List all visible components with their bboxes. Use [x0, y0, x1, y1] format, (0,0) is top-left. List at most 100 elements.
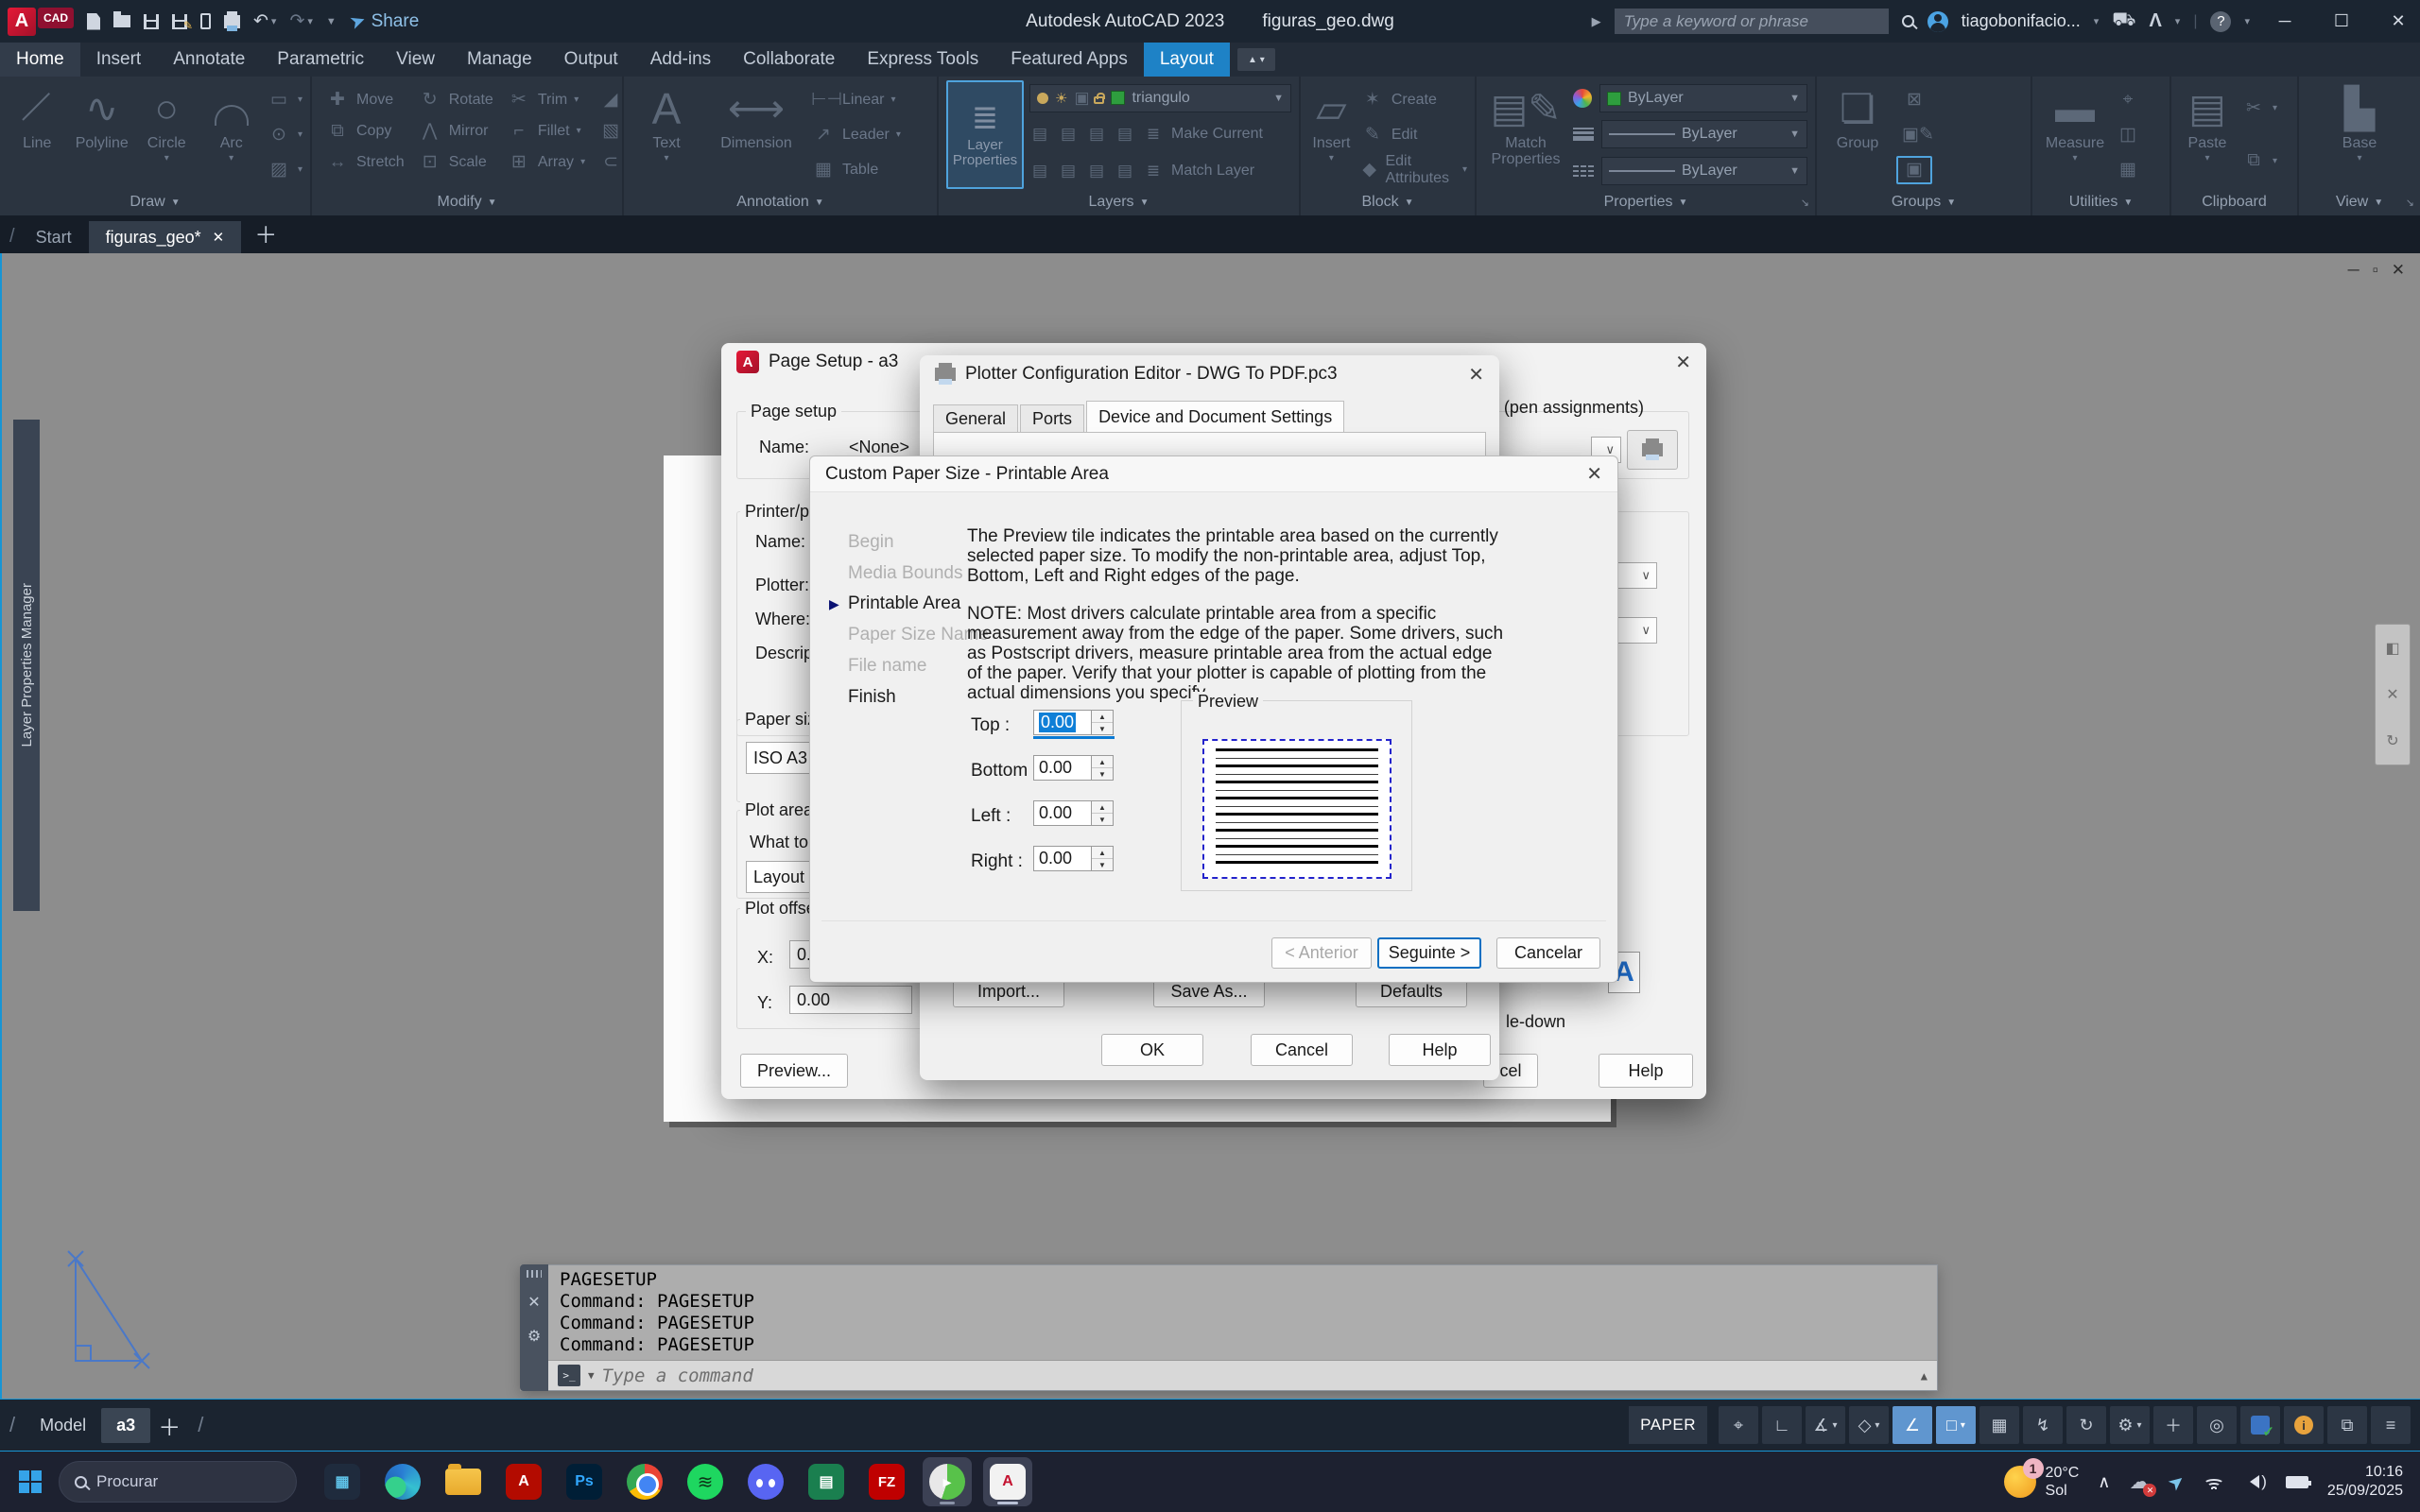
- taskbar-filezilla-app[interactable]: FZ: [862, 1457, 911, 1506]
- object-snap-tracking-toggle[interactable]: ∠: [1893, 1406, 1932, 1444]
- tab-insert[interactable]: Insert: [80, 43, 158, 77]
- tray-expand-chevron-icon[interactable]: ∧: [2098, 1472, 2110, 1492]
- file-tab-document[interactable]: figuras_geo* ✕: [89, 221, 242, 253]
- left-input[interactable]: 0.00: [1033, 800, 1092, 826]
- command-window-grip[interactable]: ✕ ⚙: [520, 1264, 548, 1391]
- rectangle-button[interactable]: ▭▾: [267, 86, 302, 114]
- right-spinner[interactable]: 0.00 ▲▼: [1033, 846, 1114, 871]
- taskbar-autocad-app[interactable]: A: [983, 1457, 1032, 1506]
- plotter-ok-button[interactable]: OK: [1101, 1034, 1203, 1066]
- viewport-close-icon[interactable]: ✕: [2392, 261, 2405, 280]
- taskbar-spotify-app[interactable]: ≋: [681, 1457, 730, 1506]
- wizard-step-begin[interactable]: Begin: [848, 532, 894, 553]
- annotation-monitor-button[interactable]: ＋: [2153, 1406, 2193, 1444]
- taskbar-file-explorer[interactable]: [439, 1457, 488, 1506]
- keyword-search-input[interactable]: Type a keyword or phrase: [1615, 9, 1889, 34]
- palette-tool-icon-2[interactable]: ✕: [2386, 685, 2398, 704]
- search-expand-icon[interactable]: ▶: [1592, 14, 1601, 29]
- object-color-combo[interactable]: ByLayer ▼: [1599, 84, 1807, 112]
- user-avatar[interactable]: [1927, 11, 1948, 32]
- copy-clip-button[interactable]: ⧉▾: [2241, 146, 2277, 175]
- ribbon-minimize-button[interactable]: ▲ ▾: [1237, 48, 1275, 71]
- wizard-step-finish[interactable]: Finish: [848, 687, 896, 708]
- tab-general[interactable]: General: [933, 404, 1018, 433]
- anterior-button[interactable]: < Anterior: [1271, 937, 1372, 969]
- right-input[interactable]: 0.00: [1033, 846, 1092, 871]
- y-offset-input[interactable]: 0.00: [789, 986, 912, 1014]
- top-input[interactable]: 0.00: [1033, 710, 1092, 735]
- tab-output[interactable]: Output: [548, 43, 634, 77]
- new-file-button[interactable]: [87, 13, 100, 30]
- volume-icon[interactable]: ): [2243, 1472, 2267, 1491]
- scale-button[interactable]: ⊡Scale: [418, 151, 493, 173]
- bottom-input[interactable]: 0.00: [1033, 755, 1092, 781]
- minimize-button[interactable]: ─: [2263, 0, 2307, 43]
- measure-button[interactable]: ▬ Measure ▾: [2040, 80, 2110, 189]
- cancelar-button[interactable]: Cancelar: [1496, 937, 1600, 969]
- ungroup-button[interactable]: ⊠: [1902, 86, 1927, 114]
- paper-space-toggle[interactable]: PAPER: [1629, 1406, 1707, 1444]
- wifi-icon[interactable]: [2204, 1474, 2224, 1489]
- autodesk-logo-icon[interactable]: Λ: [2149, 10, 2161, 32]
- view-launcher-icon[interactable]: ↘: [2406, 197, 2414, 209]
- tab-parametric[interactable]: Parametric: [261, 43, 380, 77]
- tab-device-settings[interactable]: Device and Document Settings: [1086, 401, 1344, 433]
- circle-button[interactable]: ○ Circle ▾: [137, 80, 196, 189]
- select-all-button[interactable]: ◫: [2116, 121, 2140, 149]
- command-expand-icon[interactable]: ▲: [1921, 1369, 1927, 1383]
- save-as-button[interactable]: ✎: [172, 14, 187, 29]
- erase-button[interactable]: ◢: [598, 89, 622, 111]
- edit-block-button[interactable]: ✎Edit: [1360, 121, 1467, 149]
- tab-ports[interactable]: Ports: [1020, 404, 1084, 433]
- search-icon[interactable]: [1902, 15, 1914, 27]
- quick-select-button[interactable]: ⌖: [2116, 86, 2140, 114]
- app-store-cart-icon[interactable]: ⛟: [2112, 9, 2135, 33]
- taskbar-acrobat-app[interactable]: A: [499, 1457, 548, 1506]
- units-button[interactable]: i: [2284, 1406, 2324, 1444]
- panel-layers-label[interactable]: Layers▼: [939, 189, 1299, 215]
- undo-button[interactable]: ↶ ▾: [253, 10, 276, 32]
- tab-view[interactable]: View: [380, 43, 451, 77]
- linetype-combo[interactable]: ByLayer ▼: [1601, 157, 1807, 185]
- drawing-area[interactable]: ─ ▫ ✕ Layer Properties Manager ◧ ✕ ↻: [0, 253, 2420, 1399]
- match-layer-button[interactable]: ▤ ▤ ▤ ▤ ≣ Match Layer: [1029, 156, 1291, 186]
- custom-close-icon[interactable]: ✕: [1586, 462, 1602, 486]
- hatch-button[interactable]: ▨▾: [267, 156, 302, 184]
- taskbar-edge-app[interactable]: [378, 1457, 427, 1506]
- isometric-drafting-toggle[interactable]: ◇▾: [1849, 1406, 1889, 1444]
- left-spin-buttons[interactable]: ▲▼: [1092, 800, 1114, 826]
- panel-properties-label[interactable]: Properties▼↘: [1477, 189, 1815, 215]
- tab-add-ins[interactable]: Add-ins: [634, 43, 727, 77]
- layer-properties-button[interactable]: ≣ Layer Properties: [946, 80, 1024, 189]
- palette-tool-icon-3[interactable]: ↻: [2386, 731, 2398, 750]
- panel-block-label[interactable]: Block▼: [1301, 189, 1475, 215]
- dynamic-input-toggle[interactable]: ⌖: [1719, 1406, 1758, 1444]
- group-selection-toggle[interactable]: ▣: [1896, 156, 1932, 184]
- taskbar-weather[interactable]: 1 20°C Sol: [2004, 1464, 2080, 1500]
- dimension-button[interactable]: ⟷ Dimension: [707, 80, 805, 189]
- command-customize-wrench-icon[interactable]: ⚙: [527, 1327, 541, 1346]
- new-layout-button[interactable]: ＋: [158, 1409, 181, 1442]
- table-button[interactable]: ▦Table: [811, 156, 901, 184]
- close-button[interactable]: ✕: [2377, 0, 2420, 43]
- create-block-button[interactable]: ✶Create: [1360, 86, 1467, 114]
- viewport-minimize-icon[interactable]: ─: [2348, 261, 2360, 280]
- isolate-objects-button[interactable]: ◎: [2197, 1406, 2237, 1444]
- share-button[interactable]: ➤ Share: [350, 9, 419, 33]
- taskbar-clock[interactable]: 10:16 25/09/2025: [2327, 1463, 2403, 1501]
- plotter-help-button[interactable]: Help: [1389, 1034, 1491, 1066]
- make-current-button[interactable]: ▤ ▤ ▤ ▤ ≣ Make Current: [1029, 119, 1291, 149]
- start-button[interactable]: [19, 1470, 42, 1493]
- panel-clipboard-label[interactable]: Clipboard: [2171, 189, 2297, 215]
- customization-menu-button[interactable]: ≡: [2371, 1406, 2411, 1444]
- maximize-button[interactable]: ☐: [2320, 0, 2363, 43]
- autocad-logo-icon[interactable]: A CAD: [8, 8, 74, 36]
- clean-screen-button[interactable]: ⧉: [2327, 1406, 2367, 1444]
- bottom-spinner[interactable]: 0.00 ▲▼: [1033, 755, 1114, 781]
- user-menu-caret-icon[interactable]: ▾: [2094, 15, 2100, 27]
- ortho-toggle[interactable]: ∟: [1762, 1406, 1802, 1444]
- taskbar-search[interactable]: Procurar: [59, 1461, 297, 1503]
- autoscale-toggle[interactable]: ↻: [2066, 1406, 2106, 1444]
- command-input-row[interactable]: >_ ▼ Type a command ▲: [548, 1360, 1937, 1390]
- edit-attributes-button[interactable]: ◆Edit Attributes▾: [1360, 156, 1467, 184]
